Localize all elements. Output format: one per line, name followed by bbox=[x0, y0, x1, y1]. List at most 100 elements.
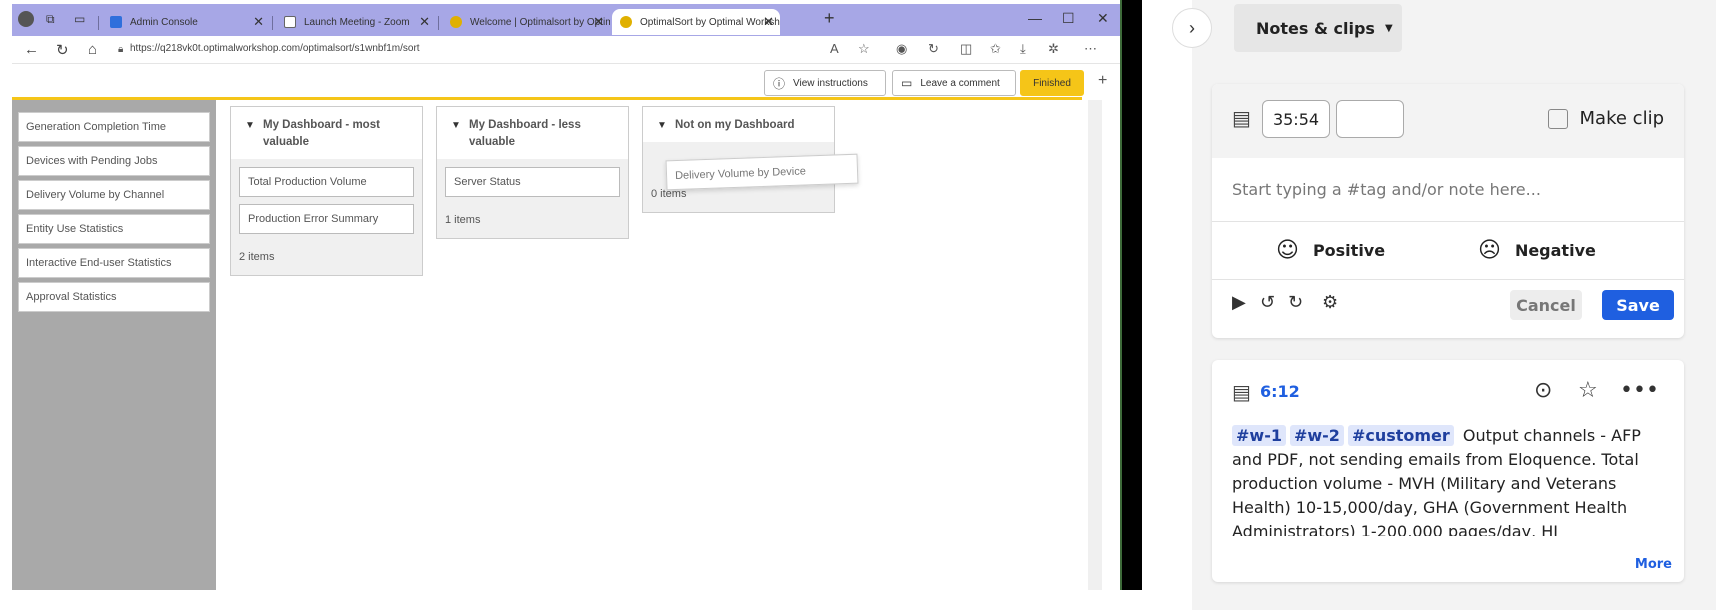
cancel-button[interactable]: Cancel bbox=[1510, 290, 1582, 320]
play-icon[interactable]: ▶ bbox=[1232, 292, 1246, 313]
close-tab-icon[interactable]: ✕ bbox=[763, 14, 774, 30]
favorite-star-icon[interactable]: ☆ bbox=[858, 41, 870, 57]
tab-label: Welcome | Optimalsort by Optim bbox=[470, 16, 610, 28]
note-icon: ▤ bbox=[1232, 106, 1251, 130]
caret-down-icon: ▼ bbox=[1384, 22, 1393, 34]
frown-icon: ☹ bbox=[1478, 238, 1501, 263]
read-aloud-icon[interactable]: A bbox=[830, 41, 839, 56]
rewind-5-icon[interactable]: ↺ bbox=[1260, 292, 1275, 313]
tab-label: Admin Console bbox=[130, 16, 198, 28]
tab-actions-icon[interactable]: ▭ bbox=[74, 12, 85, 26]
more-link[interactable]: More bbox=[1635, 557, 1672, 572]
document-icon bbox=[284, 16, 296, 28]
unsorted-card[interactable]: Approval Statistics bbox=[18, 282, 210, 312]
close-tab-icon[interactable]: ✕ bbox=[253, 14, 264, 30]
note-editor: ▤ 35:54 Make clip Start typing a #tag an… bbox=[1212, 84, 1684, 338]
collapse-triangle-icon[interactable]: ▼ bbox=[245, 117, 255, 134]
workspaces-icon[interactable]: ⧉ bbox=[46, 12, 55, 27]
clip-note-text: #w-1 #w-2 #customer Output channels - AFP … bbox=[1232, 424, 1642, 536]
new-tab-button[interactable]: + bbox=[824, 8, 835, 29]
finished-button[interactable]: Finished bbox=[1020, 70, 1084, 96]
view-instructions-label: View instructions bbox=[793, 77, 868, 89]
group-less-valuable[interactable]: ▼ My Dashboard - less valuable Server St… bbox=[436, 106, 629, 239]
settings-gear-icon[interactable]: ⚙ bbox=[1322, 292, 1338, 313]
close-tab-icon[interactable]: ✕ bbox=[593, 14, 604, 30]
group-header[interactable]: ▼ My Dashboard - less valuable bbox=[437, 107, 628, 159]
unsorted-cards-panel: Generation Completion Time Devices with … bbox=[12, 100, 216, 590]
unsorted-card[interactable]: Devices with Pending Jobs bbox=[18, 146, 210, 176]
collapse-panel-button[interactable]: › bbox=[1172, 8, 1212, 48]
neutral-face-icon[interactable]: ⊙ bbox=[1534, 378, 1552, 403]
unsorted-card[interactable]: Interactive End-user Statistics bbox=[18, 248, 210, 278]
tab-admin-console[interactable]: Admin Console ✕ bbox=[102, 9, 270, 35]
tag[interactable]: #w-1 bbox=[1232, 425, 1286, 446]
tab-label: OptimalSort by Optimal Worksho bbox=[640, 16, 780, 28]
downloads-icon[interactable]: ⤓ bbox=[1020, 41, 1026, 57]
page-scrollbar[interactable] bbox=[1088, 100, 1102, 590]
tab-separator bbox=[98, 16, 99, 30]
tab-welcome-optimalsort[interactable]: Welcome | Optimalsort by Optim ✕ bbox=[442, 9, 610, 35]
extension-puzzle-icon[interactable]: ✲ bbox=[1048, 41, 1059, 57]
tab-label: Launch Meeting - Zoom bbox=[304, 16, 410, 28]
make-clip-checkbox[interactable]: Make clip bbox=[1547, 108, 1664, 129]
back-icon[interactable]: ← bbox=[24, 41, 39, 58]
maximize-icon[interactable]: ☐ bbox=[1062, 10, 1075, 27]
more-options-icon[interactable]: ••• bbox=[1620, 378, 1659, 403]
note-input[interactable]: Start typing a #tag and/or note here... bbox=[1212, 158, 1684, 222]
leave-comment-button[interactable]: ▭ Leave a comment bbox=[892, 70, 1016, 96]
unsorted-card[interactable]: Delivery Volume by Channel bbox=[18, 180, 210, 210]
negative-label: Negative bbox=[1514, 241, 1596, 260]
collapse-triangle-icon[interactable]: ▼ bbox=[451, 117, 461, 134]
chevron-right-icon: › bbox=[1189, 17, 1195, 38]
url-input[interactable]: https://q218vk0t.optimalworkshop.com/opt… bbox=[130, 43, 420, 54]
comment-icon: ▭ bbox=[901, 76, 913, 90]
group-header[interactable]: ▼ Not on my Dashboard bbox=[643, 107, 834, 142]
group-title: My Dashboard - most valuable bbox=[263, 119, 380, 148]
profile-avatar[interactable] bbox=[18, 11, 34, 27]
admin-console-icon bbox=[110, 16, 122, 28]
tab-zoom[interactable]: Launch Meeting - Zoom ✕ bbox=[276, 9, 436, 35]
sorted-card[interactable]: Server Status bbox=[445, 167, 620, 197]
positive-button[interactable]: ☺ Positive bbox=[1276, 238, 1385, 263]
minimize-icon[interactable]: — bbox=[1028, 10, 1042, 26]
refresh-icon[interactable]: ↻ bbox=[56, 41, 69, 59]
sorted-card[interactable]: Production Error Summary bbox=[239, 204, 414, 234]
info-icon: ⓘ bbox=[773, 76, 786, 91]
negative-button[interactable]: ☹ Negative bbox=[1478, 238, 1596, 263]
sorted-card[interactable]: Total Production Volume bbox=[239, 167, 414, 197]
tab-optimalsort-active[interactable]: OptimalSort by Optimal Worksho ✕ bbox=[612, 9, 780, 35]
card-sort-area: Generation Completion Time Devices with … bbox=[12, 100, 1082, 590]
add-button[interactable]: + bbox=[1098, 72, 1107, 90]
end-timestamp-field[interactable] bbox=[1336, 100, 1404, 138]
browser-window: ⧉ ▭ Admin Console ✕ Launch Meeting - Zoo… bbox=[12, 4, 1120, 590]
leave-comment-label: Leave a comment bbox=[920, 77, 1000, 89]
unsorted-card[interactable]: Entity Use Statistics bbox=[18, 214, 210, 244]
lock-icon: 🔒︎ bbox=[118, 44, 124, 55]
tag[interactable]: #w-2 bbox=[1289, 425, 1344, 446]
collapse-triangle-icon[interactable]: ▼ bbox=[657, 117, 667, 134]
split-screen-icon[interactable]: ◫ bbox=[960, 41, 972, 57]
optimal-workshop-icon bbox=[450, 16, 462, 28]
star-icon[interactable]: ☆ bbox=[1578, 378, 1598, 403]
close-tab-icon[interactable]: ✕ bbox=[419, 14, 430, 30]
forward-5-icon[interactable]: ↻ bbox=[1288, 292, 1303, 313]
close-window-icon[interactable]: ✕ bbox=[1097, 10, 1109, 27]
group-header[interactable]: ▼ My Dashboard - most valuable bbox=[231, 107, 422, 159]
home-icon[interactable]: ⌂ bbox=[88, 41, 97, 58]
group-most-valuable[interactable]: ▼ My Dashboard - most valuable Total Pro… bbox=[230, 106, 423, 276]
tag[interactable]: #customer bbox=[1347, 425, 1454, 446]
view-instructions-button[interactable]: ⓘ View instructions bbox=[764, 70, 886, 96]
more-menu-icon[interactable]: ⋯ bbox=[1084, 41, 1097, 57]
timestamp-field[interactable]: 35:54 bbox=[1262, 100, 1330, 138]
notes-menu-label: Notes & clips bbox=[1256, 18, 1375, 38]
notes-clips-menu[interactable]: Notes & clips ▼ bbox=[1234, 4, 1402, 52]
group-item-count: 2 items bbox=[239, 251, 275, 263]
extension-icon[interactable]: ◉ bbox=[896, 41, 907, 57]
save-button[interactable]: Save bbox=[1602, 290, 1674, 320]
unsorted-card[interactable]: Generation Completion Time bbox=[18, 112, 210, 142]
player-controls: ▶ ↺ ↻ ⚙ Cancel Save bbox=[1212, 280, 1684, 332]
checkbox[interactable] bbox=[1547, 108, 1568, 129]
refresh-extension-icon[interactable]: ↻ bbox=[928, 41, 939, 57]
favorites-icon[interactable]: ✩ bbox=[990, 41, 1001, 57]
clip-timestamp-link[interactable]: 6:12 bbox=[1260, 382, 1300, 401]
